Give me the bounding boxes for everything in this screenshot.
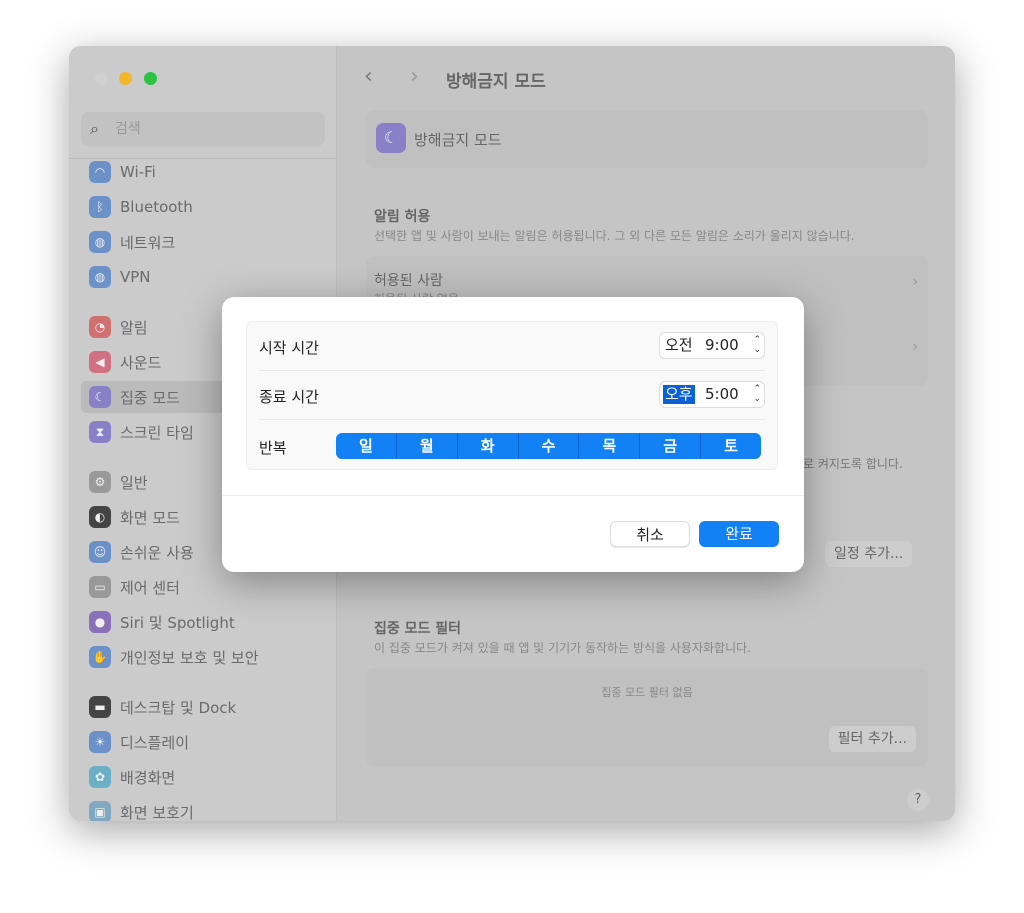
allow-desc: 선택한 앱 및 사람이 보내는 알림은 허용됩니다. 그 외 다른 모든 알림은… [374,229,855,243]
start-ampm[interactable]: 오전 [663,336,695,355]
close-button[interactable] [95,72,108,85]
screensaver-icon: ▣ [89,801,111,821]
sidebar-item[interactable]: ▣ 화면 보호기 [81,796,325,821]
help-button[interactable]: ? [907,789,929,811]
filter-empty: 집중 모드 필터 없음 [601,686,693,699]
sidebar-item[interactable]: ◠ Wi-Fi [81,156,325,188]
start-time-row: 시작 시간 오전 9:00 ⌃ ⌄ [259,322,765,371]
sidebar-item[interactable]: ✋ 개인정보 보호 및 보안 [81,641,325,673]
siri-icon: ● [89,611,111,633]
allowed-people-title[interactable]: 허용된 사람 [374,270,443,290]
weekday-toggle[interactable]: 화 [458,433,519,459]
start-time-stepper[interactable]: 오전 9:00 ⌃ ⌄ [659,332,765,359]
sidebar-item-label: 일반 [120,473,148,492]
sidebar-item-label: VPN [120,268,151,286]
sidebar-item-label: 디스플레이 [120,733,190,752]
toggles-icon: ▭ [89,576,111,598]
add-filter-button[interactable]: 필터 추가... [828,726,916,752]
weekday-toggle[interactable]: 월 [397,433,458,459]
sidebar-item-label: 배경화면 [120,768,176,787]
weekday-toggle[interactable]: 금 [640,433,702,459]
weekday-toggle[interactable]: 일 [336,433,397,459]
sidebar-item-label: 알림 [120,318,148,337]
minimize-button[interactable] [119,72,132,85]
sidebar-item-label: Siri 및 Spotlight [120,613,235,632]
back-button[interactable]: ‹ [364,64,373,89]
sidebar-item[interactable]: ◍ VPN [81,261,325,293]
flower-icon: ✿ [89,766,111,788]
filter-desc: 이 집중 모드가 켜져 있을 때 앱 및 기기가 동작하는 방식을 사용자화합니… [374,641,751,655]
filter-title: 집중 모드 필터 [374,621,462,637]
wifi-icon: ◠ [89,161,111,183]
repeat-label: 반복 [259,439,287,457]
moon-icon: ☾ [376,123,406,153]
sidebar-item[interactable]: ✿ 배경화면 [81,761,325,793]
moon-icon: ☾ [89,386,111,408]
sidebar-item-label: 화면 보호기 [120,803,194,822]
add-schedule-button[interactable]: 일정 추가... [825,541,913,567]
globe-icon: ◍ [89,231,111,253]
sidebar-item-label: 데스크탑 및 Dock [120,698,237,717]
hand-icon: ✋ [89,646,111,668]
forward-button[interactable]: › [410,64,419,89]
end-time[interactable]: 5:00 [705,385,739,404]
sidebar-item[interactable]: ☀ 디스플레이 [81,726,325,758]
start-time-label: 시작 시간 [259,339,319,357]
sidebar-item-label: 화면 모드 [120,508,180,527]
search-icon: ⌕ [90,119,99,138]
vpn-globe-icon: ◍ [89,266,111,288]
chevron-right-icon[interactable]: › [912,274,918,290]
weekday-toggle[interactable]: 토 [701,433,761,459]
sidebar-item[interactable]: ◍ 네트워크 [81,226,325,258]
speaker-icon: ◀ [89,351,111,373]
filter-card: 집중 모드 필터 없음 필터 추가... [366,668,928,766]
sidebar-item-label: 네트워크 [120,233,176,252]
sidebar-item-label: Wi-Fi [120,163,156,181]
weekday-toggle[interactable]: 목 [579,433,641,459]
sidebar-item-label: 사운드 [120,353,162,372]
end-time-stepper[interactable]: 오후 5:00 ⌃ ⌄ [659,381,765,408]
mode-name: 방해금지 모드 [414,131,502,149]
stepper-arrows-icon[interactable]: ⌃ ⌄ [753,335,761,355]
bell-icon: ◔ [89,316,111,338]
done-button[interactable]: 완료 [699,521,779,547]
chevron-right-icon[interactable]: › [912,339,918,355]
search-input[interactable]: ⌕ 검색 [81,112,325,146]
accessibility-icon: ☺ [89,541,111,563]
hourglass-icon: ⧗ [89,421,111,443]
schedule-desc: 로 켜지도록 합니다. [803,457,903,471]
appearance-icon: ◐ [89,506,111,528]
sidebar-item-label: 손쉬운 사용 [120,543,194,562]
sidebar-item[interactable]: ᛒ Bluetooth [81,191,325,223]
window-title: 방해금지 모드 [446,72,546,92]
start-time[interactable]: 9:00 [705,336,739,355]
schedule-box: 시작 시간 오전 9:00 ⌃ ⌄ 종료 시간 오후 5:00 ⌃ ⌄ 반복 일월화… [246,321,778,470]
sidebar-item-label: 개인정보 보호 및 보안 [120,648,259,667]
sidebar-item-label: 집중 모드 [120,388,180,407]
stepper-arrows-icon[interactable]: ⌃ ⌄ [753,384,761,404]
schedule-dialog: 시작 시간 오전 9:00 ⌃ ⌄ 종료 시간 오후 5:00 ⌃ ⌄ 반복 일월화… [222,297,804,572]
sidebar-item[interactable]: ● Siri 및 Spotlight [81,606,325,638]
cancel-button[interactable]: 취소 [610,521,690,547]
allow-title: 알림 허용 [374,209,431,225]
sidebar-item[interactable]: ▭ 제어 센터 [81,571,325,603]
search-placeholder: 검색 [115,121,141,137]
sidebar-item[interactable]: ▬ 데스크탑 및 Dock [81,691,325,723]
bluetooth-icon: ᛒ [89,196,111,218]
zoom-button[interactable] [144,72,157,85]
dock-icon: ▬ [89,696,111,718]
sun-icon: ☀ [89,731,111,753]
gear-icon: ⚙ [89,471,111,493]
end-time-row: 종료 시간 오후 5:00 ⌃ ⌄ [259,371,765,420]
end-time-label: 종료 시간 [259,388,319,406]
header-card: ☾ 방해금지 모드 [366,110,928,168]
weekday-selector: 일월화수목금토 [336,433,761,459]
sidebar-item-label: Bluetooth [120,198,193,216]
end-ampm[interactable]: 오후 [663,385,695,404]
divider [222,495,804,496]
sidebar-item-label: 제어 센터 [120,578,180,597]
sidebar-item-label: 스크린 타임 [120,423,194,442]
weekday-toggle[interactable]: 수 [519,433,580,459]
